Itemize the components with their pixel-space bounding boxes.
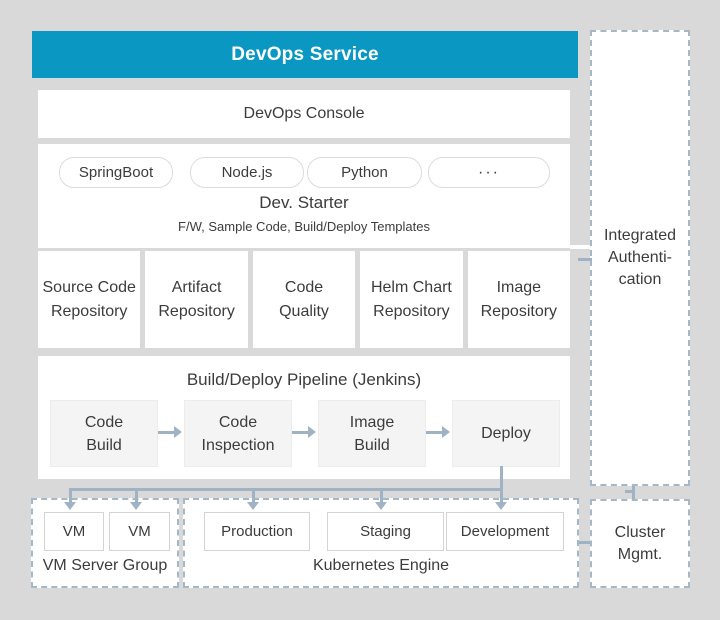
repository-row: Source Code Repository Artifact Reposito…: [38, 251, 571, 348]
repo-label: Helm Chart: [370, 278, 452, 296]
arrow-down-icon: [130, 502, 142, 510]
vm-server-group-box: VM VM VM Server Group: [31, 498, 179, 588]
env-label: Development: [460, 523, 550, 540]
repo-label: Repository: [158, 302, 235, 320]
arrow-down-icon: [247, 502, 259, 510]
image-repository-box: Image Repository: [467, 251, 571, 348]
code-quality-box: Code Quality: [252, 251, 356, 348]
step-code-build: Code Build: [50, 400, 158, 467]
pill-more-label: ···: [478, 163, 500, 181]
pipeline-arrow-shaft: [426, 431, 442, 434]
integrated-auth-label-line2: Authenti-: [607, 249, 673, 266]
integrated-authentication-box: Integrated Authenti- cation: [590, 30, 690, 486]
arrow-down-icon: [375, 502, 387, 510]
pill-python: Python: [307, 157, 422, 188]
pill-python-label: Python: [341, 164, 388, 181]
k8s-cluster-connector: [579, 541, 590, 544]
vm-box-1: VM: [44, 512, 104, 551]
helm-chart-repository-box: Helm Chart Repository: [360, 251, 463, 348]
kubernetes-engine-label: Kubernetes Engine: [312, 557, 450, 574]
dev-starter-subtitle: F/W, Sample Code, Build/Deploy Templates: [178, 219, 430, 234]
auth-cluster-connector-stub: [625, 490, 633, 493]
deploy-down-connector: [500, 466, 503, 504]
arrow-right-icon: [174, 426, 182, 438]
step-label: Build: [86, 436, 122, 454]
arrow-right-icon: [442, 426, 450, 438]
step-label: Build: [354, 436, 390, 454]
main-auth-connector: [578, 258, 592, 261]
pipeline-title: Build/Deploy Pipeline (Jenkins): [186, 370, 422, 389]
devops-console-box: DevOps Console: [38, 90, 570, 138]
repo-label: Repository: [50, 302, 128, 320]
step-label: Inspection: [201, 436, 275, 454]
pill-more: ···: [428, 157, 550, 188]
arrow-down-icon: [64, 502, 76, 510]
pill-springboot: SpringBoot: [59, 157, 173, 188]
vm-label: VM: [128, 523, 151, 540]
env-staging-box: Staging: [327, 512, 444, 551]
integrated-auth-label-line1: Integrated: [603, 227, 677, 244]
repo-label: Repository: [480, 302, 558, 320]
cluster-mgmt-label-line2: Mgmt.: [617, 545, 663, 563]
env-label: Staging: [360, 523, 411, 540]
env-production-box: Production: [204, 512, 310, 551]
step-label: Code: [84, 413, 124, 431]
pipeline-box: Build/Deploy Pipeline (Jenkins) Code Bui…: [38, 356, 570, 479]
cluster-mgmt-label-line1: Cluster: [614, 523, 666, 541]
step-label: Code: [218, 413, 258, 431]
repo-label: Source Code: [42, 278, 136, 296]
pipeline-arrow-shaft: [292, 431, 308, 434]
devops-service-header: DevOps Service: [32, 31, 578, 78]
env-label: Production: [221, 523, 293, 540]
repo-label: Repository: [373, 302, 450, 320]
step-deploy: Deploy: [452, 400, 560, 467]
vm-label: VM: [62, 523, 86, 540]
vm-server-group-label: VM Server Group: [42, 557, 168, 574]
starter-auth-connector-white: [570, 245, 590, 249]
cluster-mgmt-box: Cluster Mgmt.: [590, 499, 690, 588]
repo-label: Quality: [279, 302, 329, 320]
artifact-repository-box: Artifact Repository: [145, 251, 248, 348]
pill-springboot-label: SpringBoot: [78, 164, 154, 181]
arrow-right-icon: [308, 426, 316, 438]
step-label: Image: [349, 413, 395, 431]
kubernetes-engine-box: Production Staging Development Kubernete…: [183, 498, 579, 588]
step-code-inspection: Code Inspection: [184, 400, 292, 467]
env-development-box: Development: [446, 512, 564, 551]
vm-box-2: VM: [109, 512, 170, 551]
pill-nodejs: Node.js: [190, 157, 304, 188]
integrated-auth-label-line3: cation: [618, 271, 662, 288]
arrow-down-icon: [495, 502, 507, 510]
devops-service-title: DevOps Service: [231, 43, 379, 65]
source-code-repository-box: Source Code Repository: [38, 251, 141, 348]
step-label: Deploy: [481, 425, 531, 442]
dev-starter-title: Dev. Starter: [259, 193, 349, 212]
dev-starter-box: SpringBoot Node.js Python ··· Dev. Start…: [38, 144, 570, 248]
step-image-build: Image Build: [318, 400, 426, 467]
pill-nodejs-label: Node.js: [221, 164, 273, 181]
repo-label: Artifact: [171, 278, 222, 296]
devops-console-label: DevOps Console: [243, 105, 365, 122]
devops-architecture-diagram: Integrated Authenti- cation DevOps Servi…: [0, 0, 720, 620]
repo-label: Image: [496, 278, 542, 296]
repo-label: Code: [284, 278, 324, 296]
pipeline-arrow-shaft: [158, 431, 174, 434]
